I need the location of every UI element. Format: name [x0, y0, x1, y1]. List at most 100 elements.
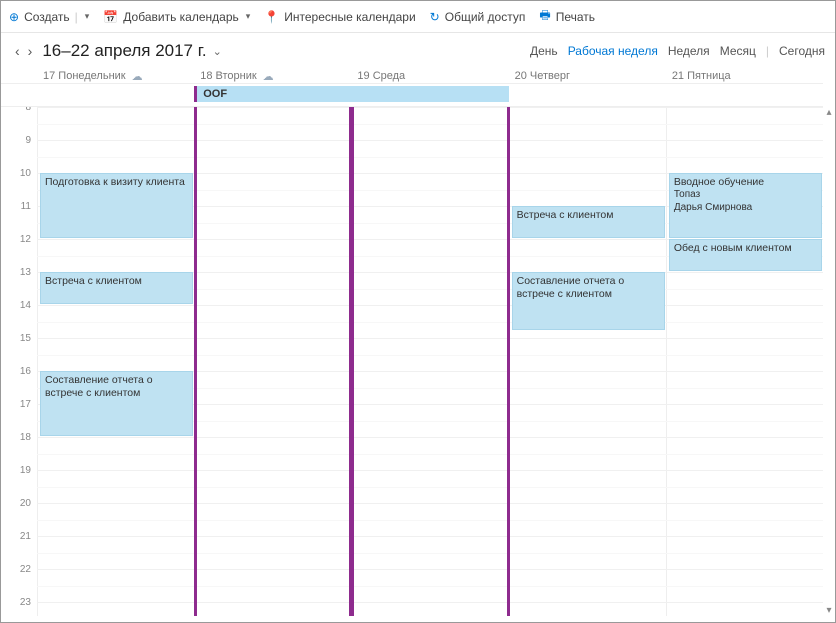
hour-label: 9 — [3, 135, 31, 146]
prev-button[interactable]: ‹ — [11, 43, 24, 59]
divider: | — [75, 10, 78, 24]
view-today[interactable]: Сегодня — [779, 44, 825, 58]
calendar-event[interactable]: Подготовка к визиту клиента — [40, 173, 193, 238]
event-title: Вводное обучение — [674, 176, 817, 189]
toolbar: ⊕ Создать | ▾ 📅 Добавить календарь ▾ 📍 И… — [1, 1, 835, 33]
allday-row: OOF — [1, 83, 823, 107]
day-column[interactable]: Вводное обучениеТопазДарья Смирнова Обед … — [666, 107, 823, 616]
view-workweek[interactable]: Рабочая неделя — [568, 44, 658, 58]
event-title: Составление отчета о встрече с клиентом — [45, 374, 188, 400]
pin-icon: 📍 — [264, 10, 279, 24]
calendar-event[interactable]: Встреча с клиентом — [512, 206, 665, 238]
halfhour-line — [37, 520, 823, 521]
allday-cell[interactable] — [509, 84, 666, 106]
hour-gutter: 891011121314151617181920212223 — [1, 107, 37, 616]
scroll-down-icon[interactable]: ▾ — [826, 605, 831, 616]
chevron-down-icon: ▾ — [246, 11, 251, 22]
hour-line — [37, 470, 823, 471]
calendar-event[interactable]: Встреча с клиентом — [40, 272, 193, 304]
allday-cell[interactable] — [37, 84, 194, 106]
day-header[interactable]: 18 Вторник☁ — [194, 69, 351, 83]
view-switcher: День Рабочая неделя Неделя Месяц | Сегод… — [530, 44, 825, 58]
hour-label: 22 — [3, 564, 31, 575]
hour-label: 20 — [3, 498, 31, 509]
day-label: 21 Пятница — [672, 70, 731, 82]
hour-label: 15 — [3, 333, 31, 344]
interesting-label: Интересные календари — [284, 10, 415, 24]
create-button[interactable]: ⊕ Создать | ▾ — [9, 10, 89, 24]
gutter-spacer — [1, 84, 37, 106]
share-label: Общий доступ — [445, 10, 526, 24]
header: ‹ › 16–22 апреля 2017 г. ⌄ День Рабочая … — [1, 33, 835, 69]
event-title: Встреча с клиентом — [45, 275, 188, 288]
event-title: Обед с новым клиентом — [674, 242, 817, 255]
hour-label: 8 — [3, 107, 31, 113]
scrollbar[interactable]: ▴ ▾ — [823, 107, 835, 616]
allday-cell[interactable]: OOF — [194, 84, 351, 106]
calendar-plus-icon: 📅 — [103, 10, 118, 24]
hour-line — [37, 536, 823, 537]
event-title: Встреча с клиентом — [517, 209, 660, 222]
day-label: 17 Понедельник — [43, 70, 126, 82]
event-subline: Топаз — [674, 189, 817, 202]
hour-line — [37, 305, 823, 306]
add-calendar-label: Добавить календарь — [123, 10, 238, 24]
halfhour-line — [37, 586, 823, 587]
print-button[interactable]: 🖶 Печать — [539, 6, 595, 27]
hour-line — [37, 602, 823, 603]
date-range-picker[interactable]: 16–22 апреля 2017 г. ⌄ — [42, 41, 221, 61]
day-label: 19 Среда — [357, 70, 405, 82]
interesting-calendars-button[interactable]: 📍 Интересные календари — [264, 10, 415, 24]
share-icon: ↻ — [430, 10, 440, 24]
view-month[interactable]: Месяц — [720, 44, 756, 58]
hour-line — [37, 338, 823, 339]
hour-label: 16 — [3, 366, 31, 377]
date-range-label: 16–22 апреля 2017 г. — [42, 41, 206, 61]
hour-label: 13 — [3, 267, 31, 278]
scroll-up-icon[interactable]: ▴ — [826, 107, 831, 118]
allday-cell[interactable] — [351, 84, 508, 106]
halfhour-line — [37, 124, 823, 125]
hour-line — [37, 503, 823, 504]
share-button[interactable]: ↻ Общий доступ — [430, 10, 526, 24]
day-label: 18 Вторник — [200, 70, 256, 82]
day-header[interactable]: 21 Пятница — [666, 69, 823, 83]
hour-label: 21 — [3, 531, 31, 542]
day-headers: 17 Понедельник ☁ 18 Вторник☁ 19 Среда 20 … — [1, 69, 823, 83]
hour-label: 17 — [3, 399, 31, 410]
calendar-grid: 891011121314151617181920212223 Подготовк… — [1, 107, 823, 616]
allday-cell[interactable] — [666, 84, 823, 106]
hour-line — [37, 107, 823, 108]
halfhour-line — [37, 487, 823, 488]
day-column[interactable] — [351, 107, 508, 616]
calendar-event[interactable]: Вводное обучениеТопазДарья Смирнова — [669, 173, 822, 238]
day-header[interactable]: 17 Понедельник ☁ — [37, 69, 194, 83]
day-column[interactable]: Встреча с клиентом Составление отчета о в… — [509, 107, 666, 616]
calendar-event[interactable]: Обед с новым клиентом — [669, 239, 822, 271]
day-column[interactable] — [194, 107, 351, 616]
hour-line — [37, 569, 823, 570]
view-day[interactable]: День — [530, 44, 558, 58]
hour-label: 19 — [3, 465, 31, 476]
calendar-event[interactable]: Составление отчета о встрече с клиентом — [512, 272, 665, 330]
create-label: Создать — [24, 10, 70, 24]
calendar-event[interactable]: Составление отчета о встрече с клиентом — [40, 371, 193, 436]
event-title: Подготовка к визиту клиента — [45, 176, 188, 189]
view-week[interactable]: Неделя — [668, 44, 710, 58]
hour-label: 23 — [3, 597, 31, 608]
event-title: Составление отчета о встрече с клиентом — [517, 275, 660, 301]
weather-icon: ☁ — [132, 70, 143, 83]
hour-line — [37, 140, 823, 141]
plus-icon: ⊕ — [9, 10, 19, 24]
add-calendar-button[interactable]: 📅 Добавить календарь ▾ — [103, 10, 250, 24]
halfhour-line — [37, 355, 823, 356]
hour-label: 11 — [3, 201, 31, 212]
hour-line — [37, 437, 823, 438]
next-button[interactable]: › — [24, 43, 37, 59]
halfhour-line — [37, 322, 823, 323]
hour-label: 10 — [3, 168, 31, 179]
event-subline: Дарья Смирнова — [674, 202, 817, 215]
day-header[interactable]: 19 Среда — [351, 69, 508, 83]
day-column[interactable]: Подготовка к визиту клиента Встреча с кли… — [37, 107, 194, 616]
day-header[interactable]: 20 Четверг — [509, 69, 666, 83]
